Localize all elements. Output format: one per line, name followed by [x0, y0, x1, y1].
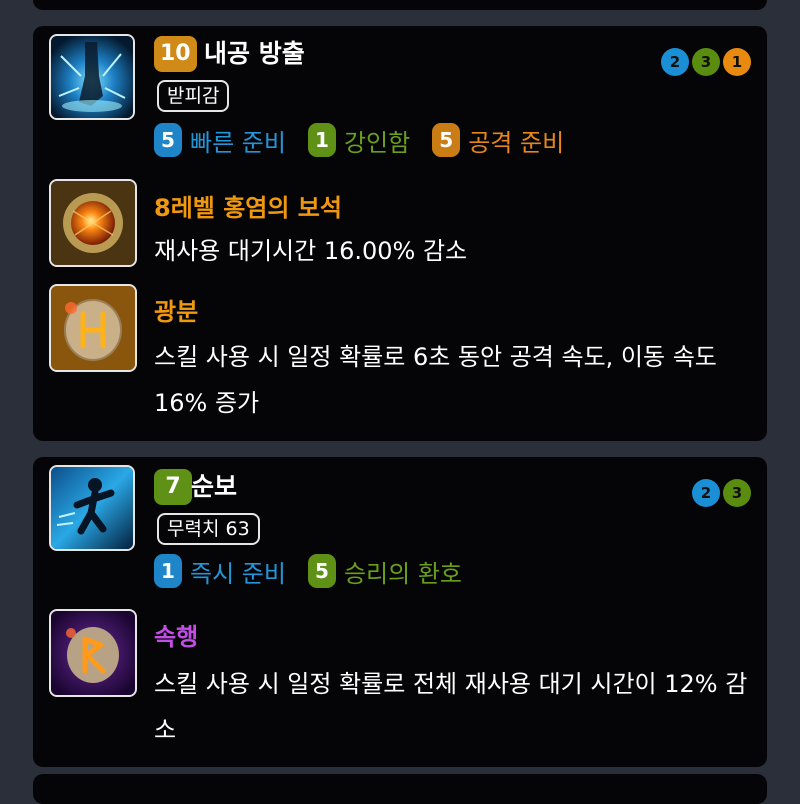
tripod: 1 즉시 준비: [154, 554, 286, 589]
skill-tag: 무력치 63: [157, 513, 260, 545]
tripod-list: 1 즉시 준비 5 승리의 환호: [154, 553, 462, 589]
tripod-label: 강인함: [343, 128, 411, 157]
tier-dot: 3: [723, 479, 751, 507]
gem-desc: 재사용 대기시간 16.00% 감소: [154, 237, 468, 265]
previous-skill-card: [33, 0, 767, 10]
skill-level-badge: 7: [154, 469, 192, 505]
frenzy-rune-icon: [49, 284, 137, 372]
tripod: 1 강인함: [307, 123, 411, 158]
swiftness-rune-icon: [49, 609, 137, 697]
energy-release-icon: [49, 34, 135, 120]
tripod-label: 승리의 환호: [343, 559, 462, 588]
tier-dots: 2 3: [689, 479, 751, 507]
flame-gem-icon: [49, 179, 137, 267]
tripod-level: 1: [307, 123, 336, 157]
tripod-list: 5 빠른 준비 1 강인함 5 공격 준비: [154, 122, 564, 158]
tier-dot: 2: [692, 479, 720, 507]
tripod: 5 승리의 환호: [307, 554, 462, 589]
skill-name: 순보: [191, 472, 238, 501]
tripod: 5 공격 준비: [432, 123, 564, 158]
skill-tag: 받피감: [157, 80, 230, 112]
tier-dots: 2 3 1: [658, 48, 751, 76]
rune-desc: 스킬 사용 시 일정 확률로 전체 재사용 대기 시간이 12% 감소: [154, 670, 748, 744]
tripod-label: 즉시 준비: [190, 559, 286, 588]
tripod-level: 5: [432, 123, 461, 157]
rune-name: 속행: [154, 623, 199, 651]
skill-name: 내공 방출: [204, 39, 305, 68]
rune-desc: 스킬 사용 시 일정 확률로 6초 동안 공격 속도, 이동 속도 16% 증가: [154, 343, 717, 417]
tripod-level: 1: [154, 554, 182, 588]
gem-name: 8레벨 홍염의 보석: [154, 194, 342, 222]
next-skill-card: [33, 774, 767, 804]
tripod-level: 5: [307, 554, 336, 588]
tier-dot: 3: [692, 48, 720, 76]
tripod-label: 빠른 준비: [190, 128, 286, 157]
tier-dot: 2: [661, 48, 689, 76]
tripod-level: 5: [154, 123, 182, 157]
skill-level-badge: 10: [154, 36, 197, 72]
flash-step-icon: [49, 465, 135, 551]
skill-card: 10 내공 방출 받피감 2 3 1 5 빠른 준비 1 강인함 5 공격 준비: [33, 26, 767, 441]
tripod-label: 공격 준비: [468, 128, 565, 157]
tripod: 5 빠른 준비: [154, 123, 286, 158]
rune-name: 광분: [154, 298, 199, 326]
skill-card: 7 순보 무력치 63 2 3 1 즉시 준비 5 승리의 환호 속행 스킬 사…: [33, 457, 767, 767]
tier-dot: 1: [723, 48, 751, 76]
